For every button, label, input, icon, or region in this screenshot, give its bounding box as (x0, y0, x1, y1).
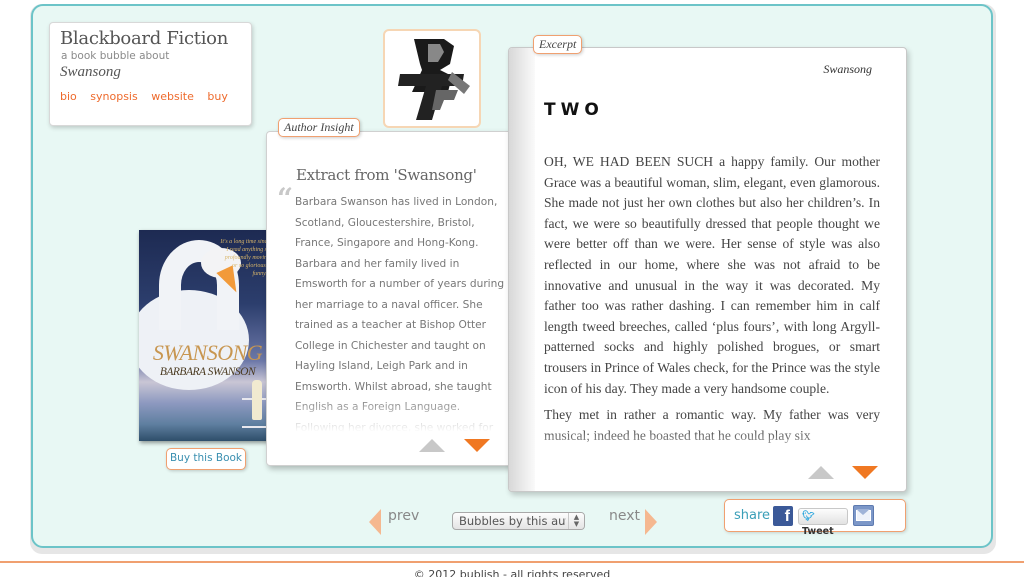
site-name: Blackboard Fiction (60, 28, 228, 49)
link-bio[interactable]: bio (60, 90, 77, 103)
excerpt-scroll-down-arrow-icon[interactable] (852, 466, 878, 479)
excerpt-paragraph: They met in rather a romantic way. My fa… (544, 407, 880, 443)
footer-divider (0, 561, 1024, 563)
title-links: bio synopsis website buy (60, 90, 241, 103)
next-arrow-icon[interactable] (645, 509, 657, 535)
cover-figure (252, 380, 262, 420)
tweet-button[interactable]: 🐦︎ Tweet (798, 508, 848, 537)
facebook-icon[interactable]: f (773, 506, 793, 526)
excerpt-text: OH, WE HAD BEEN SUCH a happy family. Our… (544, 152, 880, 460)
select-value: Bubbles by this author (459, 514, 566, 528)
excerpt-tab[interactable]: Excerpt (533, 35, 583, 54)
copyright-text: © 2012 bublish - all rights reserved (413, 568, 611, 577)
stepper-down-glyph: ▼ (573, 520, 580, 528)
quote-mark-icon: “ (277, 182, 294, 215)
insight-scroll-up-arrow-icon[interactable] (419, 439, 445, 452)
cover-quote: It's a long time since I read anything s… (220, 239, 270, 277)
select-stepper-icon: ▲ ▼ (568, 513, 584, 529)
publisher-logo[interactable] (383, 29, 481, 128)
excerpt-paragraph: OH, WE HAD BEEN SUCH a happy family. Our… (544, 154, 880, 396)
envelope-flap (856, 509, 870, 515)
author-insight-panel: Extract from 'Swansong' “ Barbara Swanso… (266, 131, 519, 466)
cover-author: BARBARA SWANSON (159, 366, 256, 378)
insight-heading: Extract from 'Swansong' (296, 166, 477, 184)
page-spine (509, 48, 535, 491)
email-share-icon[interactable] (853, 505, 874, 526)
link-website[interactable]: website (151, 90, 194, 103)
bf-logo-icon (398, 38, 470, 120)
share-box: share f 🐦︎ Tweet (724, 499, 906, 537)
excerpt-scroll-up-arrow-icon[interactable] (808, 466, 834, 479)
cover-title: SWANSONG (152, 340, 263, 365)
prev-link[interactable]: prev (388, 508, 419, 524)
prev-arrow-icon[interactable] (369, 509, 381, 535)
author-insight-tab[interactable]: Author Insight (278, 118, 360, 137)
book-title: Swansong (60, 64, 121, 80)
share-label: share (734, 508, 771, 523)
book-cover[interactable]: It's a long time since I read anything s… (139, 230, 276, 441)
title-card: Blackboard Fiction a book bubble about S… (49, 22, 252, 126)
buy-this-book-button[interactable]: Buy this Book (166, 448, 246, 470)
next-link[interactable]: next (609, 508, 640, 524)
running-head: Swansong (823, 62, 872, 76)
link-buy[interactable]: buy (207, 90, 227, 103)
twitter-bird-icon: 🐦︎ (802, 511, 815, 522)
bubbles-select[interactable]: Bubbles by this author ▲▼ (452, 512, 585, 530)
subtitle: a book bubble about (61, 50, 170, 62)
excerpt-panel: Swansong TWO OH, WE HAD BEEN SUCH a happ… (508, 47, 907, 492)
link-synopsis[interactable]: synopsis (90, 90, 137, 103)
insight-body: Barbara Swanson has lived in London, Sco… (295, 196, 505, 432)
insight-scroll-down-arrow-icon[interactable] (464, 439, 490, 452)
tweet-label: Tweet (802, 526, 834, 537)
chapter-heading: TWO (544, 100, 604, 120)
